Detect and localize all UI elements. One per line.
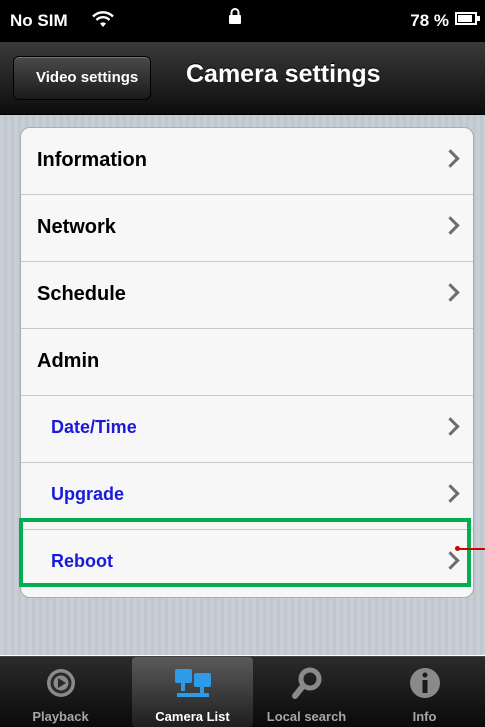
chevron-right-icon — [441, 216, 460, 235]
row-label: Date/Time — [51, 417, 137, 437]
settings-row-date-time[interactable]: Date/Time — [21, 396, 473, 463]
settings-row-admin: Admin — [21, 329, 473, 396]
row-label: Schedule — [37, 283, 126, 305]
tab-label: Camera List — [155, 709, 230, 724]
wifi-icon — [92, 11, 114, 27]
row-label: Information — [37, 149, 147, 171]
battery-icon — [455, 12, 477, 25]
tab-label: Playback — [32, 709, 89, 724]
tab-info[interactable]: Info — [364, 657, 485, 727]
info-icon — [409, 668, 440, 698]
lock-icon — [229, 8, 241, 24]
tab-bar: Playback Camera List Local search Info — [0, 656, 485, 727]
status-bar: No SIM 78 % — [0, 0, 485, 42]
back-button[interactable]: Video settings — [13, 56, 152, 100]
tab-playback[interactable]: Playback — [0, 657, 121, 727]
page-title: Camera settings — [186, 60, 381, 88]
navigation-bar: Video settings Camera settings — [0, 42, 485, 115]
playback-icon — [46, 669, 75, 697]
battery-percentage: 78 % — [410, 11, 449, 30]
settings-row-information[interactable]: Information — [21, 128, 473, 195]
chevron-right-icon — [441, 283, 460, 302]
annotation-pointer-line — [455, 546, 485, 551]
tab-label: Info — [412, 709, 437, 724]
settings-row-schedule[interactable]: Schedule — [21, 262, 473, 329]
tab-local-search[interactable]: Local search — [246, 657, 367, 727]
chevron-right-icon — [441, 484, 460, 503]
row-label: Network — [37, 216, 116, 238]
reboot-highlight-box — [19, 518, 471, 587]
row-label: Upgrade — [51, 484, 125, 504]
camera-list-icon — [174, 669, 211, 697]
chevron-right-icon — [441, 417, 460, 436]
tab-camera-list[interactable]: Camera List — [132, 657, 253, 727]
tab-label: Local search — [266, 709, 347, 724]
chevron-right-icon — [441, 149, 460, 168]
carrier-label: No SIM — [10, 11, 68, 30]
section-label: Admin — [37, 350, 100, 372]
settings-row-network[interactable]: Network — [21, 195, 473, 262]
search-icon — [291, 667, 321, 699]
